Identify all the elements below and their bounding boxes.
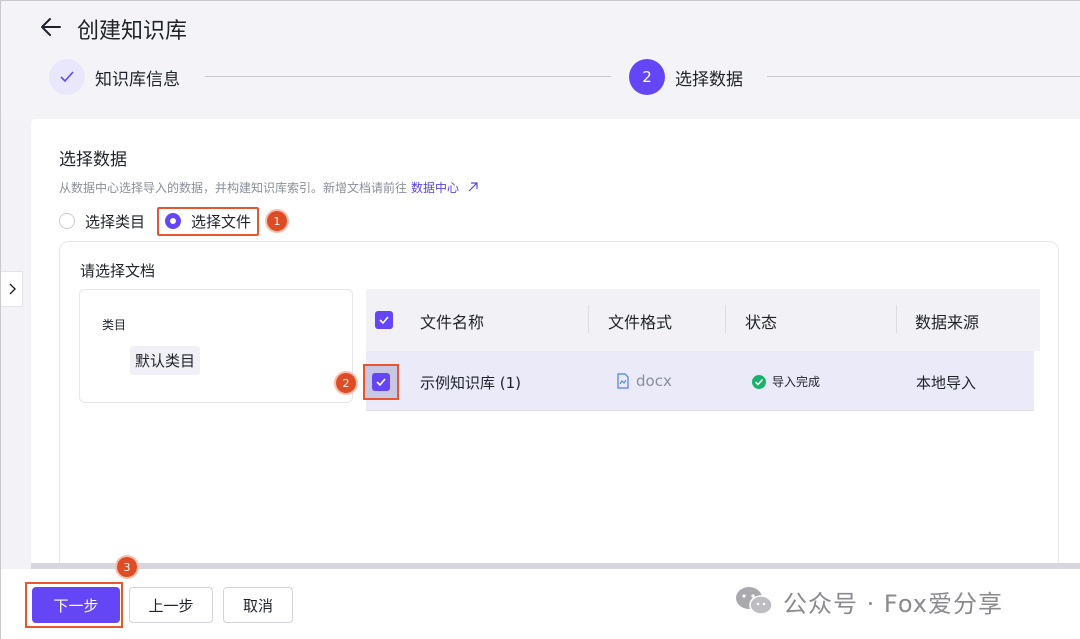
select-data-panel: 选择数据 从数据中心选择导入的数据，并构建知识库索引。新增文档请前往 数据中心 选… [31,119,1080,581]
document-selector-title: 请选择文档 [80,262,156,280]
column-header-name[interactable]: 文件名称 [420,309,484,333]
data-center-link-label: 数据中心 [411,181,460,195]
column-header-source[interactable]: 数据来源 [915,309,979,333]
table-header: 文件名称 文件格式 状态 数据来源 [366,289,1040,351]
select-all-checkbox[interactable] [375,311,393,329]
stepper: 知识库信息 2 选择数据 [49,59,1080,95]
footer-actions: 3 下一步 上一步 取消 公众号 · Fox爱分享 [1,557,1080,639]
category-item-default[interactable]: 默认类目 [130,346,201,375]
data-source: 本地导入 [916,374,977,392]
page-title: 创建知识库 [77,19,188,44]
radio-label: 选择类目 [85,212,146,231]
step-2-number: 2 [629,59,665,95]
file-format: docx [616,372,672,390]
column-header-status[interactable]: 状态 [745,309,777,333]
step-1-label: 知识库信息 [95,70,180,90]
cancel-button[interactable]: 取消 [223,587,293,623]
radio-checked-icon [165,213,182,229]
check-icon [379,316,389,325]
column-divider [896,305,897,333]
row-checkbox-highlight [363,364,399,400]
radio-select-file[interactable]: 选择文件 [157,206,260,236]
annotation-badge-2: 2 [336,373,356,393]
column-divider [725,305,726,333]
column-header-format[interactable]: 文件格式 [608,309,672,333]
column-divider [588,305,589,333]
data-center-link[interactable]: 数据中心 [411,181,479,195]
watermark-text: 公众号 · Fox爱分享 [783,589,1003,618]
selection-mode-radio-group: 选择类目 选择文件 1 [59,206,288,236]
row-checkbox[interactable] [372,373,390,391]
step-done-check-icon [49,59,85,95]
sidebar-expand-button[interactable] [1,271,23,307]
radio-unchecked-icon [59,213,75,229]
table-row[interactable]: 2 示例知识库 (1) docx 导入完成 本地导入 [336,351,1034,411]
file-format-label: docx [636,372,672,390]
page-header: 创建知识库 知识库信息 2 选择数据 [1,1,1080,119]
annotation-badge-1: 1 [267,211,288,231]
category-tree: 类目 默认类目 [79,289,353,403]
app-frame: 创建知识库 知识库信息 2 选择数据 选择数据 从数据中心选择导入的数据，并构建… [0,0,1080,639]
watermark: 公众号 · Fox爱分享 [733,581,1003,621]
description-text: 从数据中心选择导入的数据，并构建知识库索引。新增文档请前往 [59,181,408,195]
step-connector [205,76,611,77]
chevron-right-icon [9,283,16,295]
annotation-badge-3: 3 [117,557,137,577]
section-description: 从数据中心选择导入的数据，并构建知识库索引。新增文档请前往 数据中心 [59,179,479,196]
document-selector: 请选择文档 类目 默认类目 文件名称 文件格式 状态 数据来源 2 示例知识库 … [59,241,1059,581]
wechat-logo-icon [736,587,773,615]
file-table: 文件名称 文件格式 状态 数据来源 2 示例知识库 (1) docx 导入完成 … [336,289,1040,411]
back-arrow-icon[interactable] [37,13,65,41]
radio-select-category[interactable]: 选择类目 [59,211,145,232]
previous-step-button[interactable]: 上一步 [129,587,213,623]
external-link-icon [468,182,478,192]
import-status: 导入完成 [752,373,820,390]
category-tree-label: 类目 [102,318,127,332]
step-2-label: 选择数据 [675,70,743,90]
status-label: 导入完成 [772,375,821,389]
section-title: 选择数据 [59,150,127,170]
file-name: 示例知识库 (1) [420,374,522,392]
document-file-icon [617,373,629,389]
step-connector [767,76,1080,77]
next-step-button[interactable]: 下一步 [32,587,120,623]
radio-label: 选择文件 [191,212,252,231]
check-icon [376,378,386,387]
success-check-icon [752,374,766,389]
